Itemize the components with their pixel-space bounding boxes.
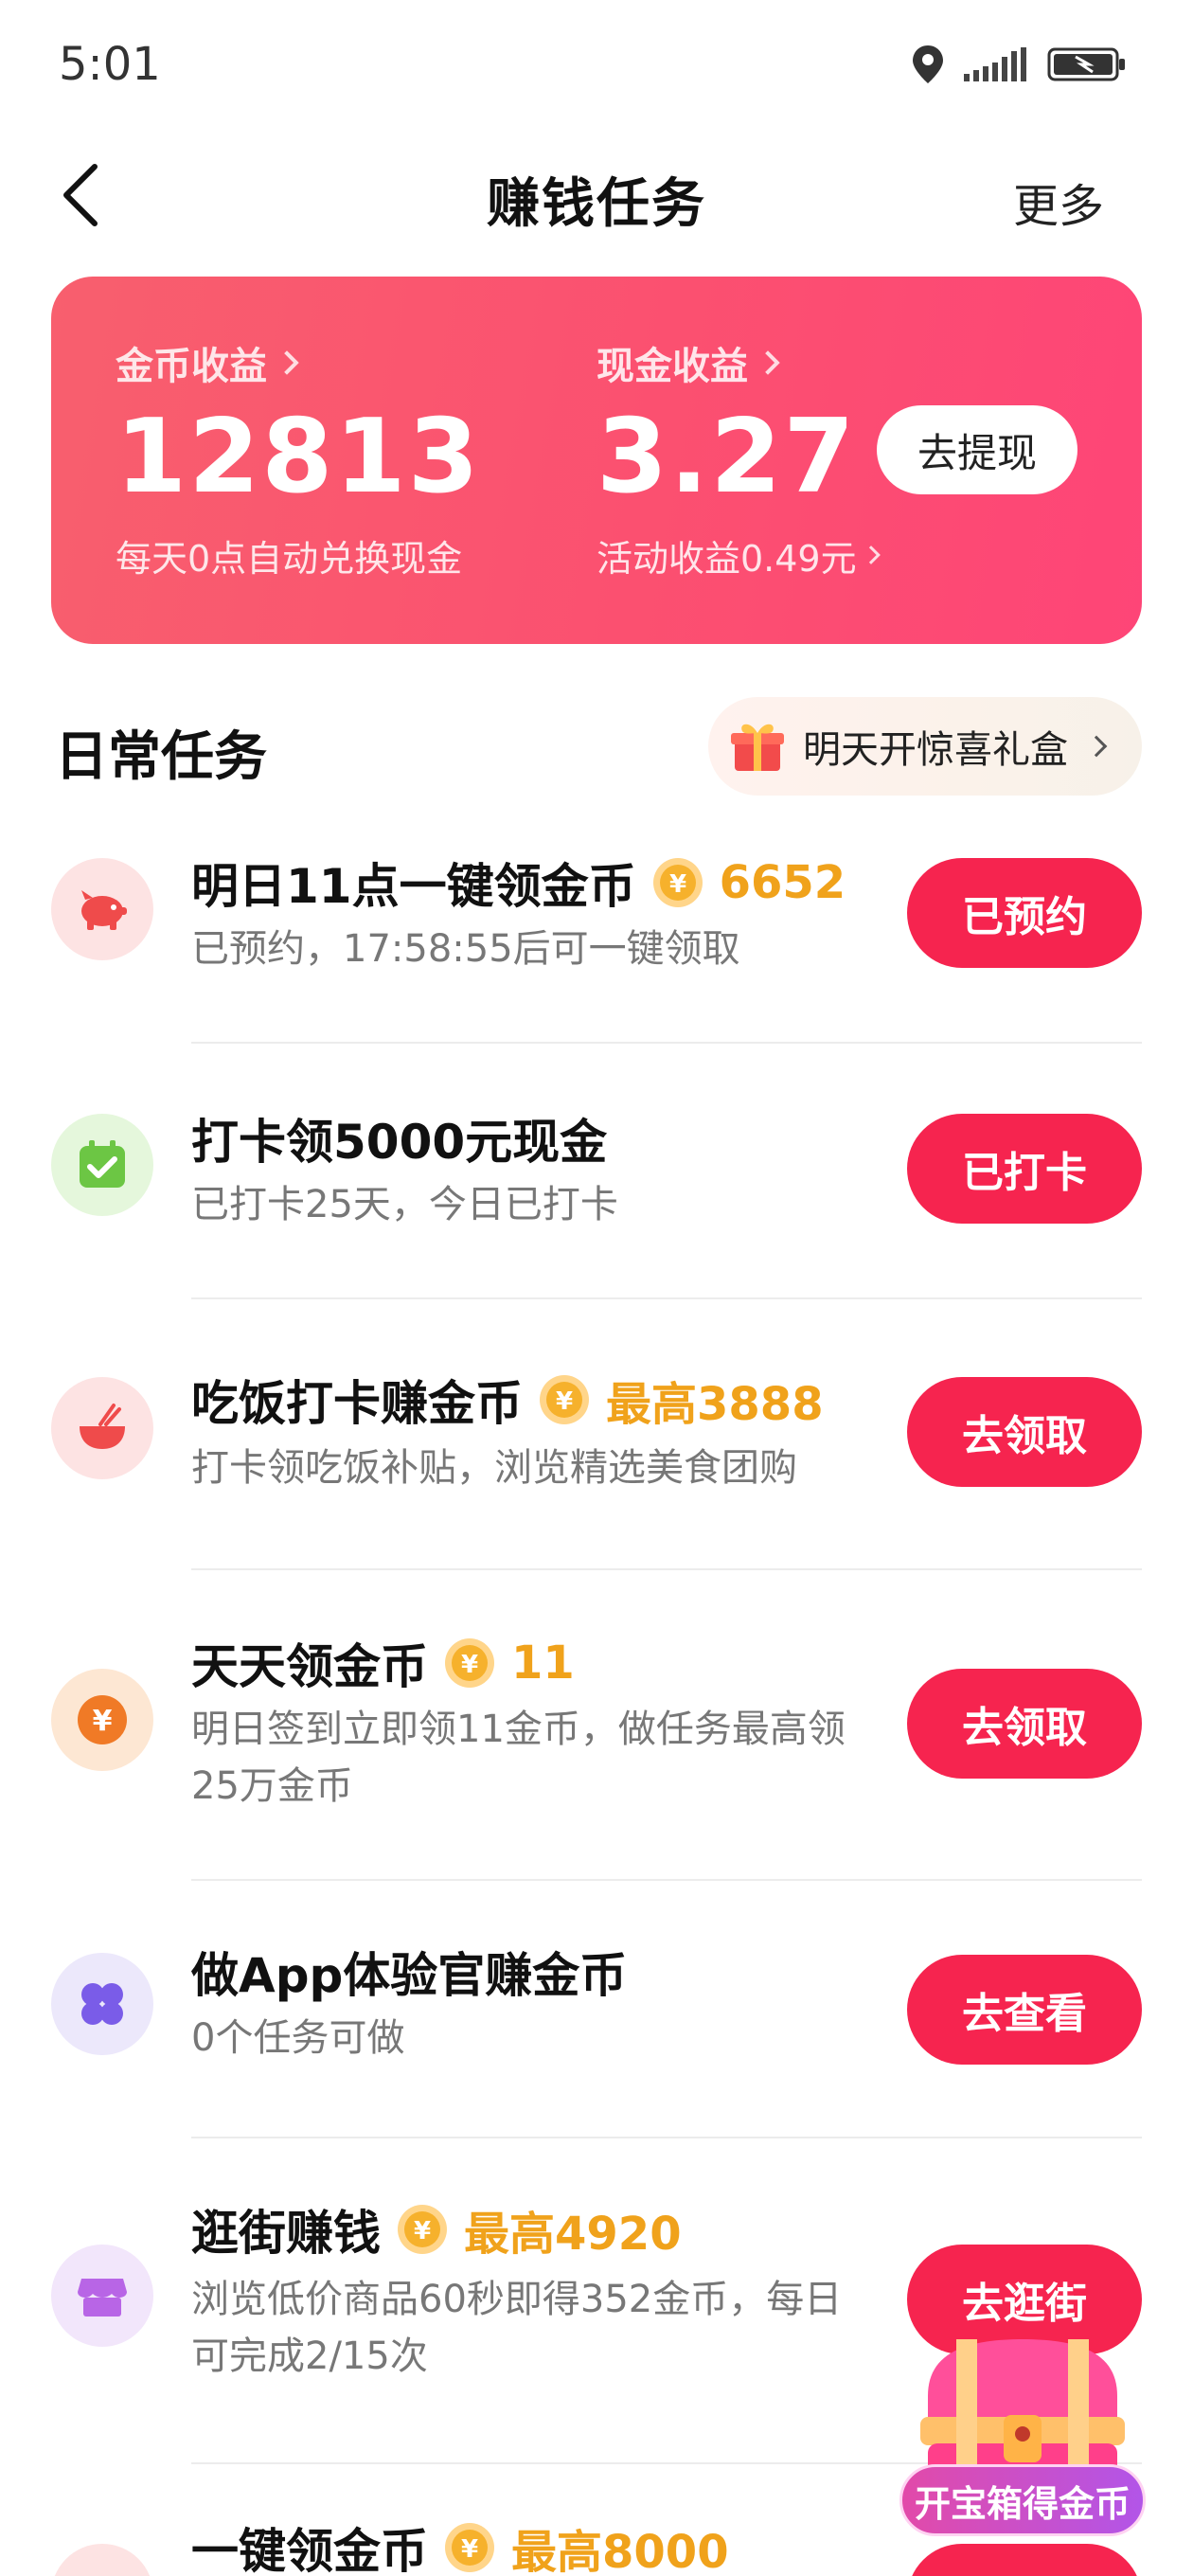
coins-sub: 每天0点自动兑换现金 bbox=[116, 529, 481, 581]
task-desc: 浏览低价商品60秒即得352金币，每日可完成2/15次 bbox=[191, 2278, 843, 2378]
yuan-coin-icon: ¥ bbox=[51, 1669, 153, 1771]
cash-earnings[interactable]: 现金收益 3.27 活动收益0.49元 bbox=[596, 335, 881, 581]
activity-earnings-link[interactable]: 活动收益0.49元 bbox=[596, 529, 881, 581]
coins-label: 金币收益 bbox=[116, 345, 267, 388]
task-reward: 最高3888 bbox=[606, 1378, 824, 1431]
task-title: 做App体验官赚金币 bbox=[191, 1948, 628, 2003]
task-title-row: 逛街赚钱 ¥ 最高4920 bbox=[191, 2195, 682, 2263]
status-icons bbox=[911, 44, 1127, 85]
more-button[interactable]: 更多 bbox=[1013, 169, 1104, 235]
task-title: 打卡领5000元现金 bbox=[191, 1115, 608, 1170]
task-reward: 最高4920 bbox=[464, 2208, 682, 2261]
coin-icon: ¥ bbox=[445, 2523, 494, 2572]
battery-icon bbox=[1047, 47, 1125, 81]
task-title-row: 明日11点一键领金币 ¥ 6652 bbox=[191, 849, 846, 917]
svg-text:¥: ¥ bbox=[93, 1705, 113, 1738]
cash-label-row: 现金收益 bbox=[596, 335, 878, 390]
task-title: 明日11点一键领金币 bbox=[191, 859, 636, 914]
nav-bar: 赚钱任务 更多 bbox=[0, 133, 1193, 256]
treasure-label[interactable]: 开宝箱得金币 bbox=[899, 2464, 1146, 2536]
coins-value: 12813 bbox=[116, 398, 481, 516]
task-title-row: 打卡领5000元现金 bbox=[191, 1104, 607, 1172]
divider bbox=[191, 1879, 1142, 1881]
cash-label: 现金收益 bbox=[596, 345, 748, 388]
task-desc: 已打卡25天，今日已打卡 bbox=[191, 1183, 618, 1226]
divider bbox=[191, 1568, 1142, 1570]
svg-text:¥: ¥ bbox=[669, 870, 686, 899]
giftbox-text: 明天开惊喜礼盒 bbox=[803, 728, 1068, 772]
coin-icon: ¥ bbox=[540, 1375, 589, 1424]
divider bbox=[191, 2137, 1142, 2138]
task-title: 天天领金币 bbox=[191, 1639, 428, 1694]
activity-earnings-text: 活动收益0.49元 bbox=[596, 537, 857, 580]
task-desc: 0个任务可做 bbox=[191, 2016, 405, 2060]
svg-text:¥: ¥ bbox=[461, 1651, 478, 1679]
status-time: 5:01 bbox=[59, 38, 161, 91]
chevron-right-icon bbox=[756, 350, 780, 375]
chevron-right-icon bbox=[861, 546, 881, 565]
task-title-row: 做App体验官赚金币 bbox=[191, 1938, 627, 2006]
task-title-row: 吃饭打卡赚金币 ¥ 最高3888 bbox=[191, 1366, 824, 1434]
cash-value: 3.27 bbox=[596, 398, 857, 516]
status-bar: 5:01 bbox=[0, 0, 1193, 133]
svg-text:¥: ¥ bbox=[414, 2217, 431, 2245]
gift-box-icon bbox=[731, 724, 784, 771]
coin-icon: ¥ bbox=[398, 2205, 447, 2254]
claim-button[interactable]: 去领取 bbox=[907, 1377, 1142, 1487]
coin-icon: ¥ bbox=[652, 858, 703, 907]
location-icon bbox=[913, 45, 943, 83]
task-title-row: 一键领金币 ¥ 最高8000 bbox=[191, 2513, 729, 2576]
task-desc: 打卡领吃饭补贴，浏览精选美食团购 bbox=[191, 1446, 797, 1490]
task-reward: 11 bbox=[511, 1637, 575, 1690]
earnings-card: 金币收益 12813 每天0点自动兑换现金 现金收益 3.27 活动收益0.49… bbox=[51, 277, 1142, 644]
task-title: 一键领金币 bbox=[191, 2524, 428, 2576]
gift-red-icon bbox=[51, 2544, 153, 2576]
coins-label-row: 金币收益 bbox=[116, 335, 481, 390]
calendar-check-icon bbox=[51, 1114, 153, 1216]
clover-icon bbox=[51, 1953, 153, 2055]
chevron-right-icon bbox=[275, 350, 299, 375]
task-reward: 6652 bbox=[719, 856, 846, 909]
task-title: 逛街赚钱 bbox=[191, 2206, 381, 2261]
svg-text:¥: ¥ bbox=[556, 1387, 573, 1416]
chevron-right-icon bbox=[1085, 735, 1108, 758]
checked-in-button[interactable]: 已打卡 bbox=[907, 1114, 1142, 1224]
shop-icon bbox=[51, 2245, 153, 2347]
divider bbox=[191, 1042, 1142, 1044]
svg-text:¥: ¥ bbox=[461, 2535, 478, 2564]
task-reward: 最高8000 bbox=[511, 2526, 729, 2576]
reserved-button[interactable]: 已预约 bbox=[907, 858, 1142, 968]
view-button[interactable]: 去查看 bbox=[907, 1955, 1142, 2065]
task-title-row: 天天领金币 ¥ 11 bbox=[191, 1629, 575, 1697]
claim-button[interactable]: 去领取 bbox=[907, 1669, 1142, 1779]
divider bbox=[191, 1297, 1142, 1299]
rice-bowl-icon bbox=[51, 1377, 153, 1479]
task-title: 吃饭打卡赚金币 bbox=[191, 1376, 523, 1431]
withdraw-button[interactable]: 去提现 bbox=[877, 405, 1077, 494]
task-desc: 已预约，17:58:55后可一键领取 bbox=[191, 927, 740, 971]
section-title: 日常任务 bbox=[55, 726, 267, 788]
coins-earnings[interactable]: 金币收益 12813 每天0点自动兑换现金 bbox=[116, 335, 481, 581]
coin-icon: ¥ bbox=[445, 1638, 494, 1688]
surprise-giftbox-pill[interactable]: 明天开惊喜礼盒 bbox=[708, 697, 1142, 796]
signal-icon bbox=[964, 47, 1026, 81]
coins-sub-text: 每天0点自动兑换现金 bbox=[116, 537, 463, 580]
piggy-bank-icon bbox=[51, 858, 153, 960]
task-desc: 明日签到立即领11金币，做任务最高领25万金币 bbox=[191, 1708, 846, 1808]
